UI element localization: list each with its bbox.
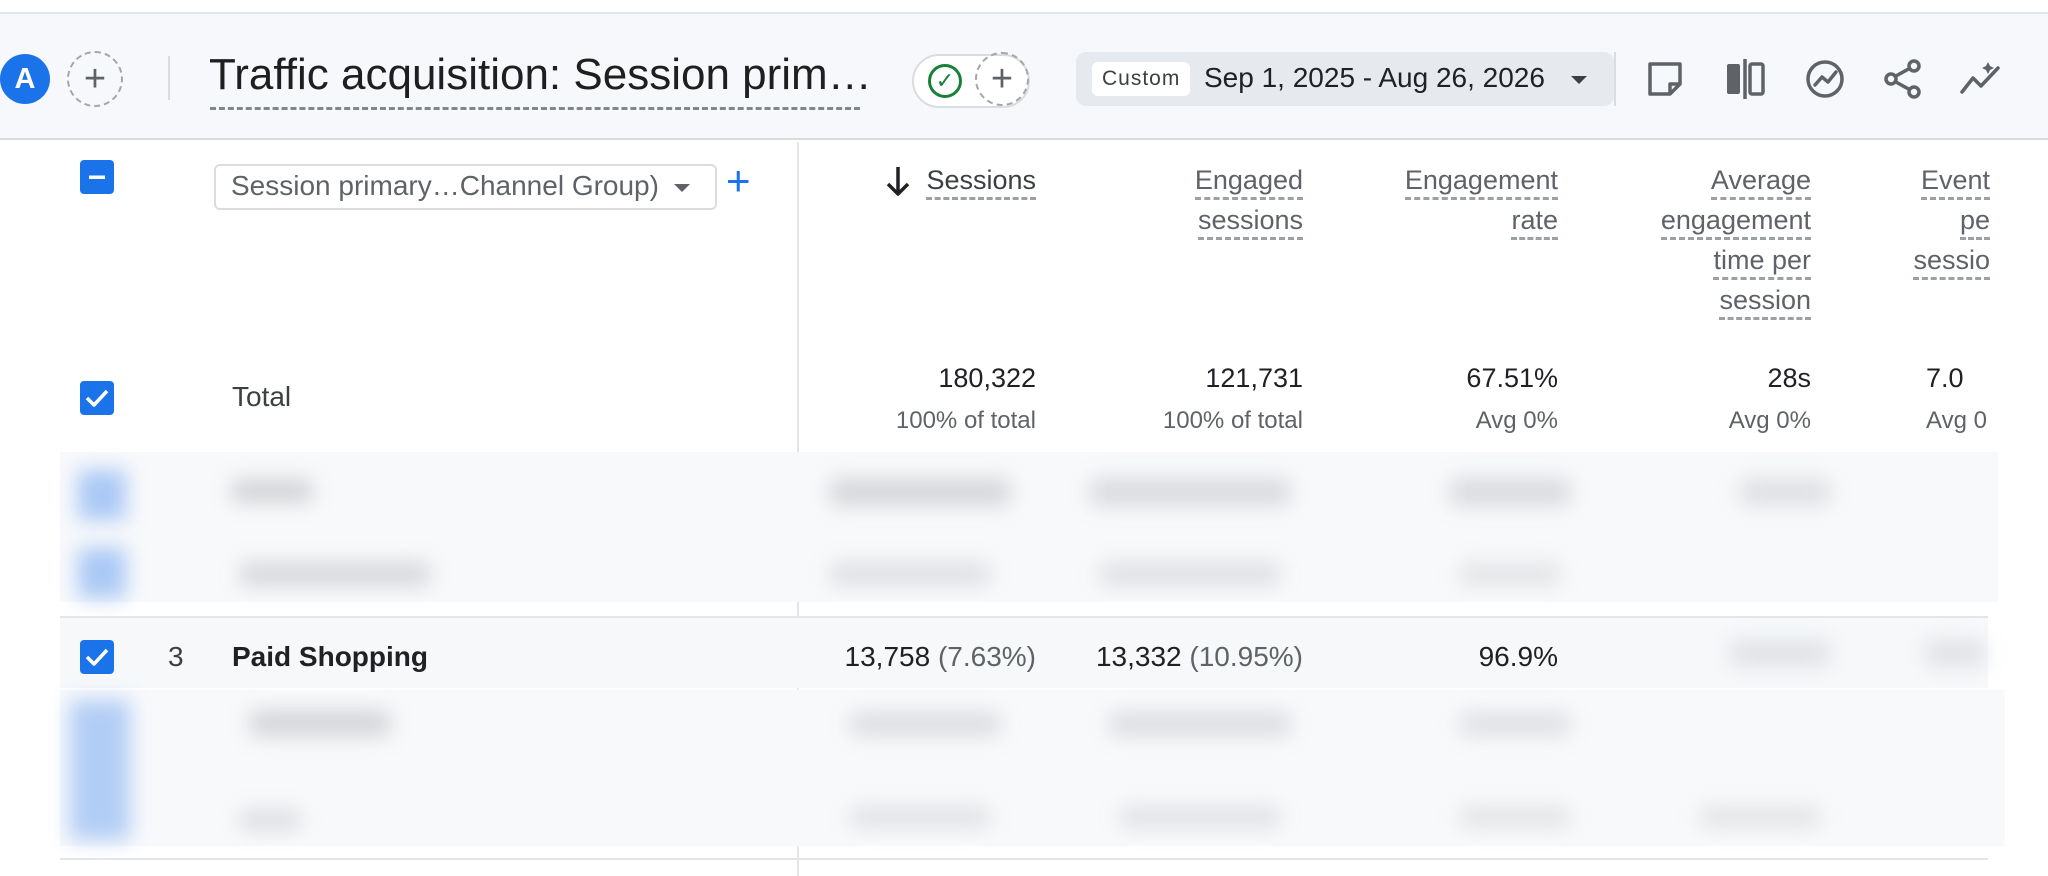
- blurred-text: [1740, 478, 1830, 506]
- report-title[interactable]: Traffic acquisition: Session primar…: [209, 50, 889, 110]
- check-icon: [85, 648, 109, 666]
- row-rank: 3: [168, 641, 184, 672]
- chevron-down-icon: [674, 184, 690, 192]
- blurred-text: [1090, 478, 1290, 506]
- blurred-text: [1460, 562, 1560, 586]
- title-underline: [210, 107, 860, 110]
- blurred-text: [850, 806, 990, 828]
- blurred-text: [1120, 806, 1280, 828]
- header-divider: [1614, 52, 1616, 106]
- trend-icon[interactable]: [1958, 56, 2004, 102]
- header-divider: [168, 56, 170, 100]
- dimension-dropdown-label: Session primary…Channel Group): [231, 170, 659, 201]
- blurred-text: [1925, 640, 1985, 666]
- blurred-checkbox: [78, 470, 126, 520]
- date-range-text: Sep 1, 2025 - Aug 26, 2026: [1204, 62, 1545, 93]
- blurred-text: [1450, 478, 1570, 506]
- total-row-checkbox[interactable]: [80, 381, 114, 415]
- sort-descending-icon[interactable]: [884, 164, 912, 198]
- blurred-text: [1110, 712, 1290, 736]
- check-circle-icon[interactable]: ✓: [928, 64, 962, 98]
- total-label: Total: [232, 381, 292, 412]
- total-engagement-rate: 67.51%: [1466, 363, 1558, 393]
- row-divider: [60, 858, 1988, 860]
- blurred-text: [830, 478, 1010, 506]
- customize-report-icon[interactable]: [1642, 56, 1688, 102]
- check-icon: [85, 389, 109, 407]
- row-sessions: 13,758 (7.63%): [845, 641, 1036, 673]
- blurred-text: [1700, 806, 1820, 828]
- blurred-text: [232, 480, 312, 502]
- blurred-checkbox: [78, 548, 126, 598]
- column-header-avg-engagement-time[interactable]: Average engagement time per session: [1660, 160, 1811, 320]
- row-sessions-value: 13,758: [844, 641, 931, 672]
- column-header-line: Average: [1710, 165, 1811, 200]
- blurred-text: [1460, 806, 1570, 828]
- row-channel-label[interactable]: Paid Shopping: [232, 641, 428, 673]
- column-header-line: time per: [1713, 245, 1811, 280]
- add-filter-button[interactable]: +: [975, 52, 1029, 106]
- share-icon[interactable]: [1880, 56, 1926, 102]
- column-header-sessions[interactable]: Sessions: [926, 160, 1036, 200]
- minus-icon: [89, 175, 105, 179]
- row-sessions-percent: (7.63%): [937, 641, 1036, 672]
- column-header-events-per-session[interactable]: Event pe sessio: [1900, 160, 1990, 280]
- column-header-line: Engagement: [1404, 165, 1558, 200]
- column-header-line: session: [1719, 285, 1811, 320]
- column-header-line: sessions: [1197, 205, 1303, 240]
- row-engagement-rate: 96.9%: [1478, 641, 1558, 672]
- total-avg-engagement-time-sub: Avg 0%: [1728, 407, 1811, 434]
- blurred-text: [850, 712, 1000, 736]
- total-sessions: 180,322: [938, 363, 1036, 393]
- total-avg-engagement-time: 28s: [1767, 363, 1811, 393]
- blurred-text: [1100, 562, 1280, 586]
- column-header-engagement-rate[interactable]: Engagement rate: [1404, 160, 1558, 240]
- total-sessions-sub: 100% of total: [895, 407, 1036, 434]
- row-engaged-sessions: 13,332 (10.95%): [1096, 641, 1303, 673]
- chevron-down-icon: [1571, 76, 1587, 84]
- column-header-line: Engaged: [1194, 165, 1303, 200]
- report-page: A + Traffic acquisition: Session primar……: [0, 0, 2048, 876]
- blurred-text: [240, 810, 300, 830]
- insights-icon[interactable]: [1802, 56, 1848, 102]
- column-header-engaged-sessions[interactable]: Engaged sessions: [1194, 160, 1303, 240]
- column-header-line: Event: [1920, 165, 1990, 200]
- total-engagement-rate-sub: Avg 0%: [1475, 407, 1558, 434]
- column-header-line: pe: [1959, 205, 1990, 240]
- date-preset-badge: Custom: [1092, 62, 1191, 96]
- column-header-line: engagement: [1660, 205, 1811, 240]
- column-header-line: sessio: [1913, 245, 1990, 280]
- row-engaged-percent: (10.95%): [1189, 641, 1303, 672]
- total-events-per-session-sub: Avg 0: [1926, 407, 1987, 434]
- column-header-line: rate: [1511, 205, 1558, 240]
- blurred-checkbox: [70, 700, 130, 840]
- total-engaged-sessions: 121,731: [1205, 363, 1303, 393]
- select-all-checkbox[interactable]: [80, 160, 114, 194]
- total-events-per-session: 7.0: [1926, 363, 1964, 393]
- blurred-text: [250, 710, 390, 736]
- row-checkbox[interactable]: [80, 640, 114, 674]
- add-dimension-button[interactable]: +: [726, 160, 751, 202]
- avatar[interactable]: A: [0, 54, 50, 104]
- blurred-text: [1730, 640, 1830, 666]
- column-header-line: Sessions: [926, 165, 1036, 200]
- total-engaged-sessions-sub: 100% of total: [1162, 407, 1303, 434]
- row-engaged-value: 13,332: [1095, 641, 1182, 672]
- add-comparison-button[interactable]: +: [67, 51, 123, 107]
- blurred-text: [1460, 712, 1570, 736]
- blurred-text: [240, 562, 430, 586]
- blurred-text: [830, 562, 990, 586]
- compare-icon[interactable]: [1722, 56, 1768, 102]
